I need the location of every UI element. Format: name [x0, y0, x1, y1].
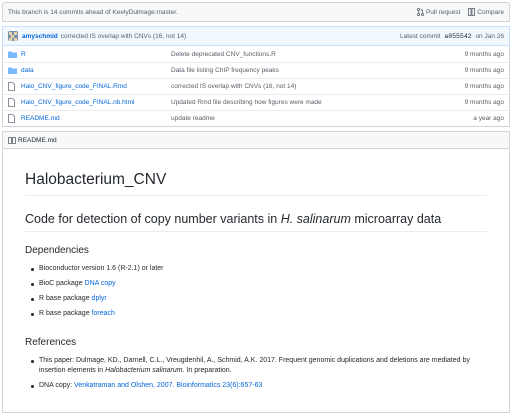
list-item: DNA copy: Venkatraman and Olshen, 2007. …	[25, 381, 487, 391]
list-item: R base package dplyr	[25, 294, 487, 304]
file-icon	[8, 114, 17, 123]
subtitle-text: Code for detection of copy number varian…	[25, 212, 281, 226]
list-item: BioC package DNA copy	[25, 279, 487, 289]
list-item: Bioconductor version 1.6 (R-2.1) or late…	[25, 264, 487, 274]
file-row: Halo_CNV_figure_code_FINAL.Rmd corrected…	[3, 78, 509, 94]
commit-author-link[interactable]: amyschmid	[22, 33, 58, 40]
file-icon	[8, 98, 17, 107]
latest-commit-label: Latest commit	[400, 32, 441, 40]
avatar[interactable]	[8, 31, 18, 41]
subtitle-text-end: microarray data	[350, 212, 442, 226]
commit-sha-link[interactable]: a855542	[444, 33, 471, 40]
file-row: Halo_CNV_figure_code_FINAL.nb.html Updat…	[3, 94, 509, 110]
readme-body: Halobacterium_CNV Code for detection of …	[2, 149, 510, 413]
dependency-text: R base package	[39, 310, 92, 317]
file-age: 9 months ago	[464, 83, 504, 90]
file-age: a year ago	[473, 115, 504, 122]
file-name-link[interactable]: R	[21, 51, 171, 58]
compare-button[interactable]: Compare	[468, 8, 504, 16]
file-row: data Data file listing ChIP frequency pe…	[3, 62, 509, 78]
file-commit-message-link[interactable]: update readme	[171, 115, 473, 122]
file-commit-message-link[interactable]: corrected IS overlap with CNVs (16, not …	[171, 83, 465, 90]
foreach-link[interactable]: foreach	[92, 310, 115, 317]
subtitle-species: H. salinarum	[280, 212, 351, 226]
pull-request-label: Pull request	[425, 8, 461, 16]
file-name-link[interactable]: data	[21, 67, 171, 74]
file-row: R Delete deprecated CNV_functions.R 9 mo…	[3, 46, 509, 62]
file-name-link[interactable]: Halo_CNV_figure_code_FINAL.nb.html	[21, 99, 171, 106]
file-age: 9 months ago	[464, 50, 504, 58]
file-age: 9 months ago	[464, 99, 504, 106]
commit-date: on Jan 26	[475, 32, 504, 40]
file-age: 9 months ago	[464, 67, 504, 74]
file-list: R Delete deprecated CNV_functions.R 9 mo…	[2, 46, 510, 127]
book-icon	[8, 136, 16, 144]
file-icon	[8, 82, 17, 91]
reference-species: Halobacterium salinarum	[105, 367, 183, 374]
readme-title: Halobacterium_CNV	[25, 149, 487, 196]
references-list: This paper: Dulmage, KD., Darnell, C.L.,…	[25, 356, 487, 391]
reference-text: This paper: Dulmage, KD., Darnell, C.L.,…	[39, 357, 470, 374]
dependency-text: Bioconductor version 1.6 (R-2.1) or late…	[39, 265, 164, 272]
folder-icon	[8, 67, 17, 74]
readme-header: README.md	[2, 131, 510, 149]
file-name-link[interactable]: Halo_CNV_figure_code_FINAL.Rmd	[21, 83, 171, 90]
readme-subtitle: Code for detection of copy number varian…	[25, 196, 487, 232]
dependency-text: BioC package	[39, 280, 85, 287]
dependencies-list: Bioconductor version 1.6 (R-2.1) or late…	[25, 264, 487, 319]
repo-browser: This branch is 14 commits ahead of Keely…	[2, 2, 510, 413]
folder-icon	[8, 51, 17, 58]
dependencies-heading: Dependencies	[25, 245, 89, 256]
branch-status-message: This branch is 14 commits ahead of Keely…	[8, 8, 178, 16]
pull-request-button[interactable]: Pull request	[416, 8, 461, 16]
list-item: R base package foreach	[25, 309, 487, 319]
file-commit-message-link[interactable]: Data file listing ChIP frequency peaks	[171, 67, 465, 74]
branch-status-bar: This branch is 14 commits ahead of Keely…	[2, 2, 510, 22]
file-commit-message-link[interactable]: Delete deprecated CNV_functions.R	[171, 51, 465, 58]
reference-text: DNA copy:	[39, 382, 75, 389]
dplyr-link[interactable]: dplyr	[92, 295, 107, 302]
file-name-link[interactable]: README.md	[21, 115, 171, 122]
list-item: This paper: Dulmage, KD., Darnell, C.L.,…	[25, 356, 487, 376]
compare-icon	[468, 8, 476, 16]
references-heading: References	[25, 337, 77, 348]
file-commit-message-link[interactable]: Updated Rmd file describing how figures …	[171, 99, 465, 106]
dnacopy-link[interactable]: DNA copy	[85, 280, 116, 287]
latest-commit-bar: amyschmid corrected IS overlap with CNVs…	[2, 26, 510, 46]
pull-request-icon	[416, 8, 424, 16]
dependency-text: R base package	[39, 295, 92, 302]
commit-message-link[interactable]: corrected IS overlap with CNVs (16, not …	[61, 33, 400, 40]
venkatraman-citation-link[interactable]: Venkatraman and Olshen, 2007. Bioinforma…	[74, 382, 262, 389]
reference-text-end: . In preparation.	[182, 367, 232, 374]
readme-filename: README.md	[18, 136, 57, 144]
compare-label: Compare	[477, 8, 504, 16]
file-row: README.md update readme a year ago	[3, 110, 509, 126]
latest-commit-info: Latest commit a855542 on Jan 26	[400, 33, 504, 40]
